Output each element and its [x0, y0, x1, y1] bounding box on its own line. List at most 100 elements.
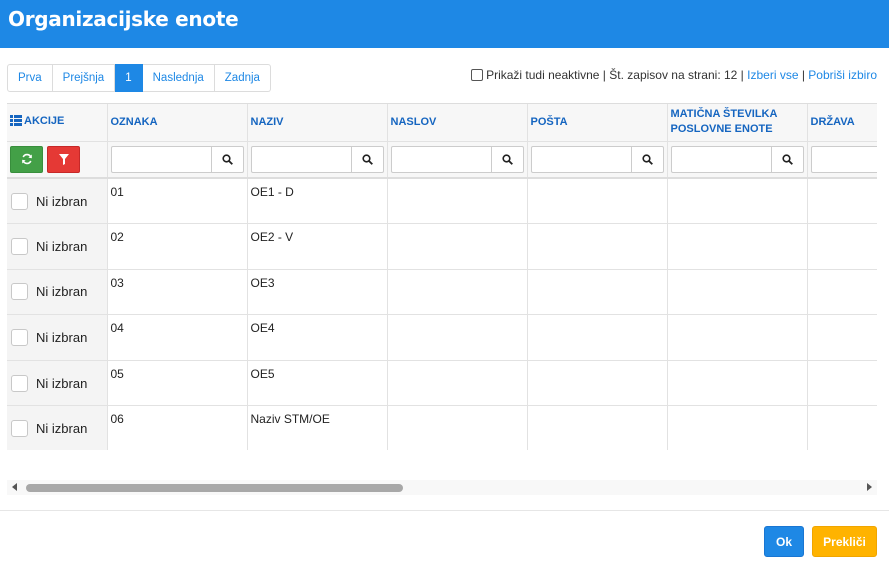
filter-actions-cell	[7, 141, 108, 179]
filter-naslov-search-button[interactable]	[490, 146, 523, 172]
filter-maticna-search-button[interactable]	[770, 146, 803, 172]
data-grid: AKCIJE OZNAKA NAZIV NASLOV POŠTA MATIČNA…	[7, 103, 877, 450]
row-checkbox[interactable]	[11, 237, 28, 255]
filter-naslov-input[interactable]	[392, 147, 491, 172]
table-row[interactable]: Ni izbran 06 Naziv STM/OE	[7, 405, 877, 450]
page-first-button[interactable]: Prva	[7, 64, 53, 92]
cell-posta	[527, 223, 668, 270]
filter-oznaka-input[interactable]	[112, 147, 211, 172]
separator: |	[599, 68, 610, 82]
cell-naziv: Naziv STM/OE	[247, 405, 388, 450]
row-select-cell: Ni izbran	[7, 178, 108, 225]
separator: |	[798, 68, 809, 82]
show-inactive-label: Prikaži tudi neaktivne	[486, 68, 600, 82]
cell-naslov	[387, 360, 528, 407]
row-checkbox[interactable]	[11, 420, 28, 438]
row-select[interactable]: Ni izbran	[11, 283, 103, 301]
col-header-naziv[interactable]: NAZIV	[247, 104, 388, 142]
filter-maticna	[670, 145, 804, 173]
grid-options: Prikaži tudi neaktivne | Št. zapisov na …	[471, 68, 877, 82]
records-per-page: Št. zapisov na strani: 12	[609, 68, 738, 82]
row-select-cell: Ni izbran	[7, 223, 108, 270]
row-select[interactable]: Ni izbran	[11, 374, 103, 392]
filter-naslov	[390, 145, 524, 173]
page-prev-button[interactable]: Prejšnja	[52, 64, 116, 92]
cell-naslov	[387, 314, 528, 361]
row-select-label: Ni izbran	[36, 375, 88, 391]
cell-drzava	[807, 269, 877, 316]
filter-naziv	[250, 145, 384, 173]
row-checkbox[interactable]	[11, 374, 28, 392]
row-checkbox[interactable]	[11, 283, 28, 301]
scroll-right-arrow-icon[interactable]	[867, 483, 872, 491]
footer-divider	[0, 510, 889, 511]
page-current-button[interactable]: 1	[115, 64, 143, 92]
refresh-icon	[21, 153, 32, 165]
cell-oznaka: 06	[107, 405, 248, 450]
row-select[interactable]: Ni izbran	[11, 237, 103, 255]
refresh-button[interactable]	[10, 145, 43, 173]
row-checkbox[interactable]	[11, 329, 28, 347]
row-select-label: Ni izbran	[36, 421, 88, 437]
row-checkbox[interactable]	[11, 192, 28, 210]
row-select-label: Ni izbran	[36, 193, 88, 209]
cell-posta	[527, 360, 668, 407]
row-select[interactable]: Ni izbran	[11, 329, 103, 347]
cell-naziv: OE5	[247, 360, 388, 407]
col-header-posta[interactable]: POŠTA	[527, 104, 668, 142]
cell-oznaka: 03	[107, 269, 248, 316]
select-all-link[interactable]: Izberi vse	[747, 68, 798, 82]
cancel-button[interactable]: Prekliči	[812, 526, 877, 557]
row-select-cell: Ni izbran	[7, 360, 108, 407]
cell-drzava	[807, 360, 877, 407]
filter-naziv-search-button[interactable]	[350, 146, 383, 172]
col-header-oznaka[interactable]: OZNAKA	[107, 104, 248, 142]
filter-posta-search-button[interactable]	[630, 146, 663, 172]
cell-drzava	[807, 178, 877, 225]
cell-maticna	[667, 223, 808, 270]
clear-selection-link[interactable]: Pobriši izbiro	[808, 68, 877, 82]
scrollbar-thumb[interactable]	[26, 484, 403, 492]
table-row[interactable]: Ni izbran 05 OE5	[7, 360, 877, 407]
row-select[interactable]: Ni izbran	[11, 192, 103, 210]
separator: |	[737, 68, 748, 82]
cell-oznaka: 01	[107, 178, 248, 225]
cell-drzava	[807, 405, 877, 450]
row-select-cell: Ni izbran	[7, 269, 108, 316]
filter-drzava	[810, 145, 878, 173]
filter-naziv-input[interactable]	[252, 147, 351, 172]
col-header-actions-label: AKCIJE	[24, 114, 65, 127]
filter-maticna-input[interactable]	[672, 147, 771, 172]
search-icon	[501, 154, 513, 165]
cell-maticna	[667, 360, 808, 407]
table-row[interactable]: Ni izbran 04 OE4	[7, 314, 877, 361]
page-next-button[interactable]: Naslednja	[142, 64, 215, 92]
filter-drzava-input[interactable]	[812, 147, 878, 172]
col-header-drzava[interactable]: DRŽAVA	[807, 104, 877, 142]
table-row[interactable]: Ni izbran 01 OE1 - D	[7, 178, 877, 225]
filter-oznaka-search-button[interactable]	[210, 146, 243, 172]
cell-maticna	[667, 314, 808, 361]
pagination: Prva Prejšnja 1 Naslednja Zadnja	[7, 64, 271, 92]
page-last-button[interactable]: Zadnja	[214, 64, 271, 92]
ok-button[interactable]: Ok	[764, 526, 804, 557]
table-row[interactable]: Ni izbran 03 OE3	[7, 269, 877, 316]
dialog-title: Organizacijske enote	[8, 7, 239, 31]
search-icon	[221, 154, 233, 165]
cell-naslov	[387, 405, 528, 450]
row-select-label: Ni izbran	[36, 284, 88, 300]
header-row: AKCIJE OZNAKA NAZIV NASLOV POŠTA MATIČNA…	[7, 104, 877, 142]
cell-posta	[527, 178, 668, 225]
show-inactive-checkbox[interactable]	[471, 69, 484, 81]
col-header-naslov[interactable]: NASLOV	[387, 104, 528, 142]
list-icon	[10, 114, 22, 131]
col-header-maticna[interactable]: MATIČNA ŠTEVILKA POSLOVNE ENOTE	[667, 104, 808, 142]
scroll-left-arrow-icon[interactable]	[12, 483, 17, 491]
row-select-cell: Ni izbran	[7, 405, 108, 450]
filter-button[interactable]	[47, 146, 80, 173]
horizontal-scrollbar[interactable]	[7, 480, 877, 495]
table-row[interactable]: Ni izbran 02 OE2 - V	[7, 223, 877, 270]
cell-naslov	[387, 223, 528, 270]
row-select[interactable]: Ni izbran	[11, 420, 103, 438]
filter-posta-input[interactable]	[532, 147, 631, 172]
